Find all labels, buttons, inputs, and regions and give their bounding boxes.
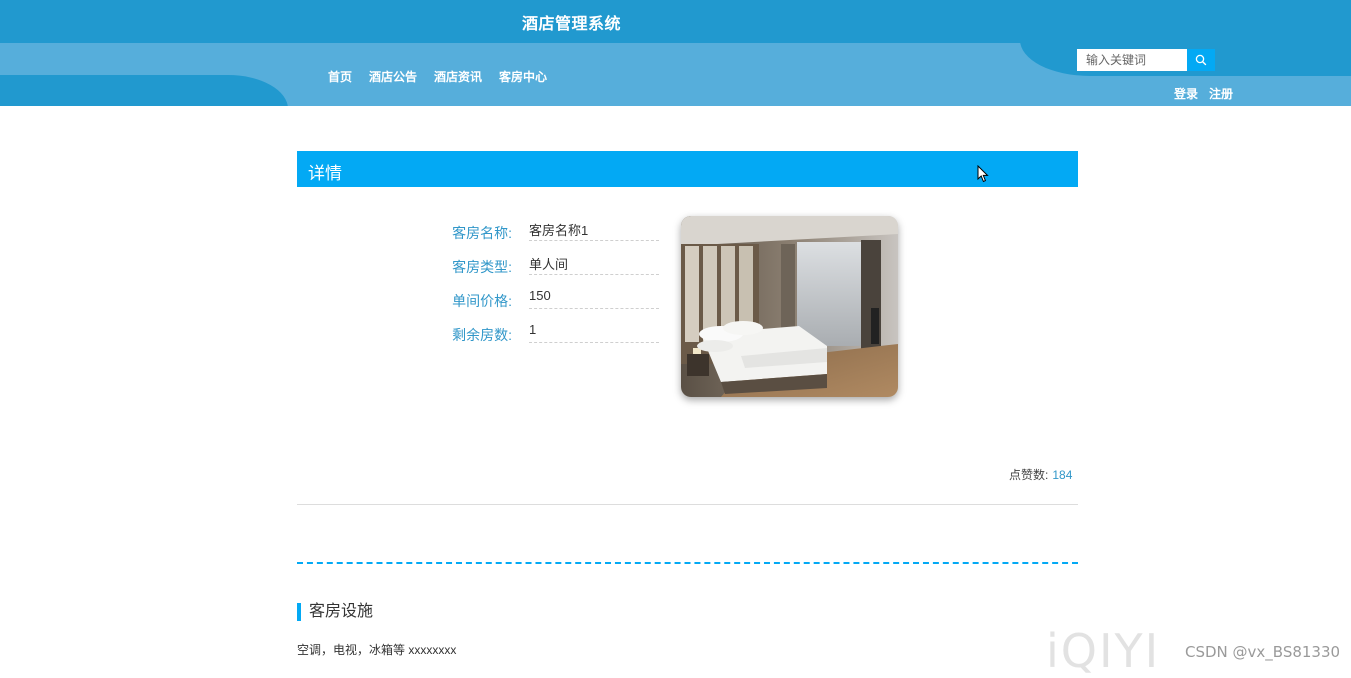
field-room-type: 客房类型: 单人间 <box>420 251 660 285</box>
field-label: 客房名称: <box>452 225 512 241</box>
nav-room-center[interactable]: 客房中心 <box>499 68 547 85</box>
divider-dashed <box>297 562 1078 564</box>
field-label: 客房类型: <box>452 259 512 275</box>
mouse-cursor-icon <box>977 165 989 183</box>
likes-count[interactable]: 184 <box>1052 468 1072 482</box>
field-value: 单人间 <box>529 251 659 275</box>
nav-home[interactable]: 首页 <box>328 68 352 85</box>
main-nav: 首页 酒店公告 酒店资讯 客房中心 <box>328 68 547 85</box>
search-button[interactable] <box>1187 49 1215 71</box>
site-title: 酒店管理系统 <box>522 16 622 33</box>
nav-hotel-news[interactable]: 酒店资讯 <box>434 68 482 85</box>
room-photo <box>681 216 898 397</box>
detail-section-title: 详情 <box>308 164 342 183</box>
facility-title: 客房设施 <box>297 603 373 621</box>
csdn-watermark: CSDN @vx_BS81330 <box>1185 643 1341 661</box>
detail-section-header: 详情 <box>297 151 1078 187</box>
search-input[interactable] <box>1077 49 1187 71</box>
field-value: 客房名称1 <box>529 217 659 241</box>
login-link[interactable]: 登录 <box>1174 85 1198 102</box>
header-wave-left <box>0 75 288 106</box>
nav-hotel-notice[interactable]: 酒店公告 <box>369 68 417 85</box>
field-value: 150 <box>529 285 659 309</box>
field-label: 剩余房数: <box>452 327 512 343</box>
register-link[interactable]: 注册 <box>1209 85 1233 102</box>
video-watermark: iQIYI <box>1046 624 1161 678</box>
likes-counter: 点赞数: 184 <box>1009 466 1072 483</box>
auth-links: 登录 注册 <box>1174 85 1233 102</box>
divider-solid <box>297 504 1078 505</box>
likes-label: 点赞数: <box>1009 468 1049 482</box>
field-label: 单间价格: <box>452 293 512 309</box>
field-value: 1 <box>529 319 659 343</box>
field-room-name: 客房名称: 客房名称1 <box>420 217 660 251</box>
field-room-price: 单间价格: 150 <box>420 285 660 319</box>
facility-content: 空调，电视，冰箱等 xxxxxxxx <box>297 643 457 657</box>
search-icon <box>1195 54 1207 66</box>
site-header: 酒店管理系统 首页 酒店公告 酒店资讯 客房中心 登录 注册 <box>0 0 1351 106</box>
field-rooms-left: 剩余房数: 1 <box>420 319 660 353</box>
